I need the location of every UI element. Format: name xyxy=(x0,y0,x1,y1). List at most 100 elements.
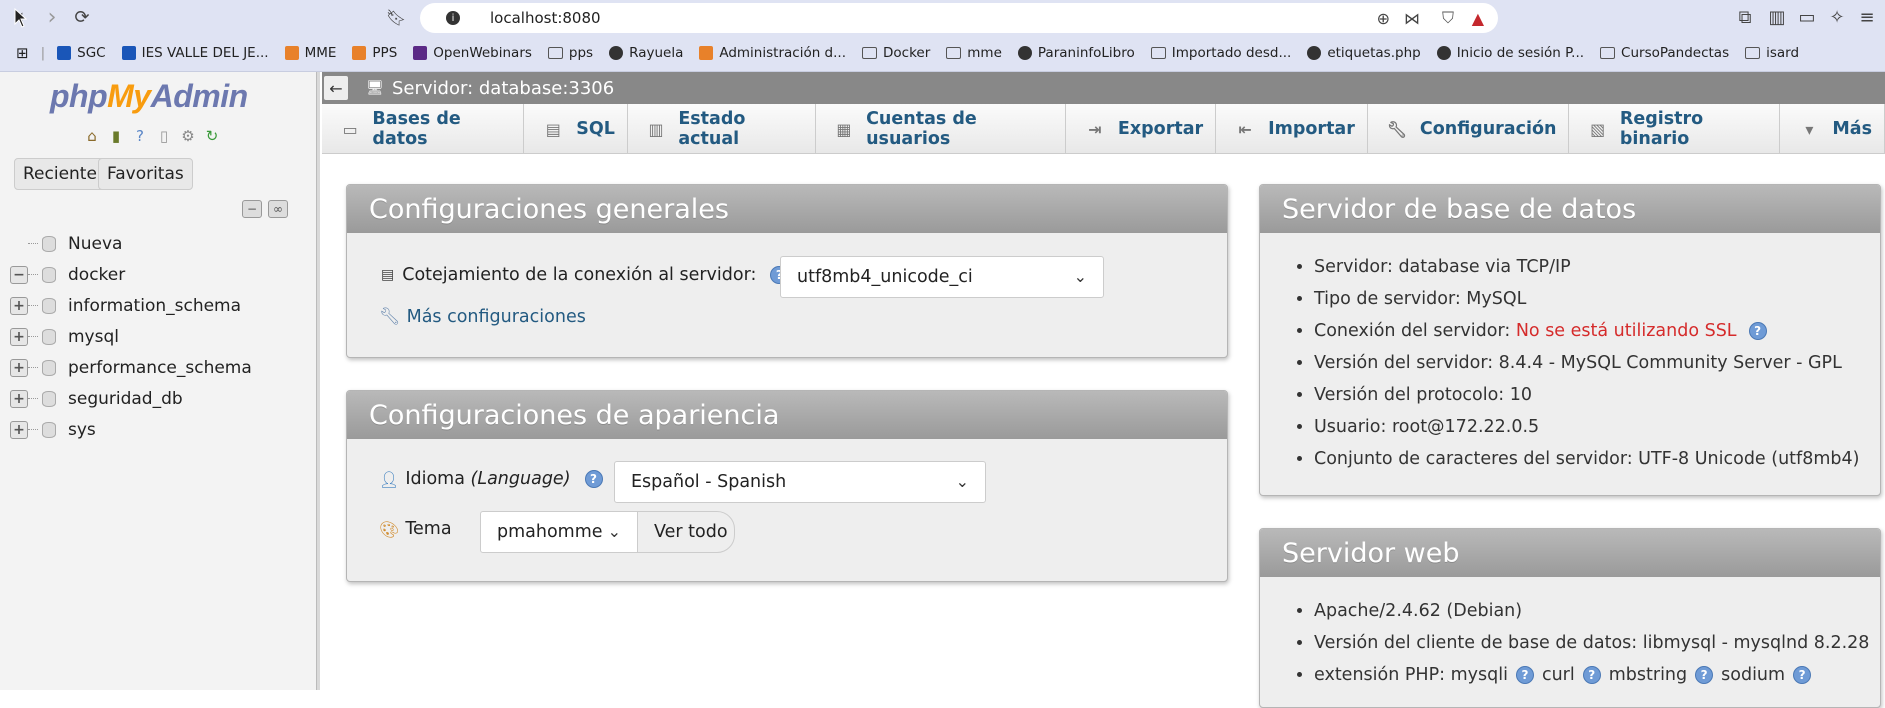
db-server-title: Servidor de base de datos xyxy=(1260,185,1880,233)
phpmyadmin-logo[interactable]: phpMyAdmin xyxy=(50,78,248,115)
ssl-help-icon[interactable]: ? xyxy=(1748,322,1767,340)
site-info-icon[interactable]: i xyxy=(446,11,460,25)
collation-select[interactable]: utf8mb4_unicode_ci ⌄ xyxy=(780,256,1104,298)
home-icon[interactable]: ⌂ xyxy=(82,126,102,146)
collapse-nav-icon[interactable]: ← xyxy=(324,76,348,100)
tab-chevron-down[interactable]: ▾ Más xyxy=(1780,104,1885,154)
db-name[interactable]: mysql xyxy=(68,327,119,347)
leo-icon[interactable]: ✧ xyxy=(1826,6,1848,28)
share-icon[interactable]: ⋈ xyxy=(1404,9,1420,28)
help-icon[interactable]: ? xyxy=(130,126,150,146)
language-help-icon[interactable]: ? xyxy=(584,470,603,488)
php-ext-help-icon[interactable]: ? xyxy=(1582,666,1601,684)
db-tree-item[interactable]: + sys xyxy=(10,414,252,445)
web-server-info-item: Apache/2.4.62 (Debian) xyxy=(1314,595,1869,627)
wallet-icon[interactable]: ▭ xyxy=(1796,6,1818,28)
bookmark-item[interactable]: Administración d... xyxy=(699,45,846,61)
sidebar-toggle-icon[interactable]: ▥ xyxy=(1766,6,1788,28)
expand-icon[interactable]: + xyxy=(10,296,28,315)
tab-users[interactable]: ▦ Cuentas de usuarios xyxy=(816,104,1066,154)
globe-icon xyxy=(1307,46,1322,60)
apps-grid-icon[interactable]: ⊞ xyxy=(16,44,29,62)
server-title[interactable]: Servidor: database:3306 xyxy=(392,78,614,99)
view-all-themes-button[interactable]: Ver todo xyxy=(637,511,735,553)
bookmark-item[interactable]: ParaninfoLibro xyxy=(1017,45,1135,61)
bookmark-item[interactable]: mme xyxy=(946,45,1002,61)
tree-connector xyxy=(28,243,38,244)
mouse-cursor-icon xyxy=(14,8,28,28)
db-tree-item[interactable]: Nueva xyxy=(10,228,252,259)
bookmark-item[interactable]: SGC xyxy=(57,45,106,61)
db-name[interactable]: performance_schema xyxy=(68,358,252,378)
tab-favorites[interactable]: Favoritas xyxy=(98,158,193,190)
tab-recent[interactable]: Reciente xyxy=(14,158,106,190)
tree-connector xyxy=(28,305,38,306)
appearance-settings-panel: Configuraciones de apariencia 👤︎ Idioma … xyxy=(346,390,1228,582)
forward-icon[interactable]: › xyxy=(38,4,66,30)
brave-rewards-icon[interactable]: ▲ xyxy=(1472,9,1484,28)
db-name[interactable]: sys xyxy=(68,420,96,440)
db-name[interactable]: seguridad_db xyxy=(68,389,183,409)
expand-icon[interactable]: + xyxy=(10,420,28,439)
db-tree-item[interactable]: − docker xyxy=(10,259,252,290)
php-ext-help-icon[interactable]: ? xyxy=(1695,666,1714,684)
php-ext-help-icon[interactable]: ? xyxy=(1793,666,1812,684)
expand-icon[interactable]: + xyxy=(10,389,28,408)
menu-tab-label: Importar xyxy=(1268,119,1355,139)
language-select[interactable]: Español - Spanish ⌄ xyxy=(614,461,986,503)
expand-icon[interactable]: + xyxy=(10,327,28,346)
expand-icon[interactable]: + xyxy=(10,358,28,377)
logo-php: php xyxy=(50,78,108,114)
db-name[interactable]: docker xyxy=(68,265,125,285)
db-name[interactable]: Nueva xyxy=(68,234,122,254)
refresh-icon[interactable]: ↻ xyxy=(202,126,222,146)
php-ext-help-icon[interactable]: ? xyxy=(1515,666,1534,684)
bookmark-item[interactable]: OpenWebinars xyxy=(413,45,532,61)
db-name[interactable]: information_schema xyxy=(68,296,241,316)
bookmark-label: IES VALLE DEL JE... xyxy=(141,45,269,61)
address-bar[interactable]: i localhost:8080 ⊕ ⋈ ⛉ ▲ xyxy=(420,3,1498,33)
bookmark-item[interactable]: etiquetas.php xyxy=(1307,45,1421,61)
db-server-info-item: Servidor: database via TCP/IP xyxy=(1314,251,1859,283)
tab-status[interactable]: ▥ Estado actual xyxy=(628,104,816,154)
bookmark-item[interactable]: Importado desd... xyxy=(1150,45,1291,61)
settings-gear-icon[interactable]: ⚙ xyxy=(178,126,198,146)
nav-resizer[interactable] xyxy=(316,72,320,690)
collapse-icon[interactable]: − xyxy=(10,265,28,284)
theme-select[interactable]: pmahomme ⌄ xyxy=(480,511,638,553)
db-tree-item[interactable]: + mysql xyxy=(10,321,252,352)
more-settings-link[interactable]: 🔧︎ Más configuraciones xyxy=(379,307,586,327)
bookmark-item[interactable]: Inicio de sesión P... xyxy=(1436,45,1584,61)
chevron-down-icon: ⌄ xyxy=(1073,267,1087,286)
bookmark-item[interactable]: Docker xyxy=(862,45,930,61)
db-tree-item[interactable]: + seguridad_db xyxy=(10,383,252,414)
tab-sql[interactable]: ▤ SQL xyxy=(524,104,628,154)
docs-icon[interactable]: ▯ xyxy=(154,126,174,146)
bookmark-item[interactable]: MME xyxy=(284,45,336,61)
db-tree-item[interactable]: + performance_schema xyxy=(10,352,252,383)
bookmark-item[interactable]: PPS xyxy=(352,45,397,61)
binlog-icon: ▧ xyxy=(1590,119,1606,139)
tab-binlog[interactable]: ▧ Registro binario xyxy=(1569,104,1781,154)
zoom-icon[interactable]: ⊕ xyxy=(1377,9,1390,28)
extensions-icon[interactable]: ⧉ xyxy=(1734,6,1756,28)
bookmark-icon[interactable]: 🔖︎ xyxy=(382,4,410,30)
db-tree-item[interactable]: + information_schema xyxy=(10,290,252,321)
bookmark-item[interactable]: CursoPandectas xyxy=(1600,45,1729,61)
menu-icon[interactable]: ≡ xyxy=(1856,6,1878,28)
logout-icon[interactable]: ▮ xyxy=(106,126,126,146)
tab-database[interactable]: ▭ Bases de datos xyxy=(322,104,525,154)
link-with-main-icon[interactable]: ∞ xyxy=(268,200,288,218)
bookmark-item[interactable]: isard xyxy=(1745,45,1799,61)
collapse-all-icon[interactable]: − xyxy=(242,200,262,218)
folder-icon xyxy=(1745,47,1761,59)
db-server-info-item: Conexión del servidor: No se está utiliz… xyxy=(1314,315,1859,347)
bookmark-item[interactable]: Rayuela xyxy=(609,45,683,61)
bookmark-item[interactable]: IES VALLE DEL JE... xyxy=(121,45,269,61)
tab-wrench[interactable]: 🔧︎ Configuración xyxy=(1368,104,1570,154)
reload-icon[interactable]: ⟳ xyxy=(68,4,96,30)
tab-import[interactable]: ⇤ Importar xyxy=(1216,104,1368,154)
bookmark-item[interactable]: pps xyxy=(547,45,593,61)
tab-export[interactable]: ⇥ Exportar xyxy=(1066,104,1217,154)
brave-shield-icon[interactable]: ⛉ xyxy=(1442,8,1454,28)
